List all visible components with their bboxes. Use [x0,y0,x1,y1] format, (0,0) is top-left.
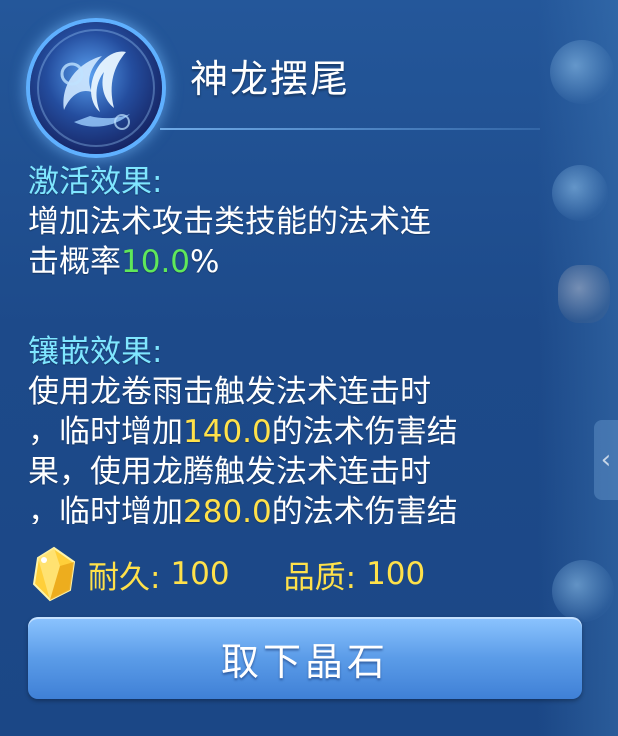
background-item-icon [558,265,610,323]
quality-label: 品质: [283,559,357,596]
effect-text-line: 使用龙卷雨击触发法术连击时 [28,372,548,412]
background-eye-icon [552,560,614,622]
effect-text: 增加法术攻击类技能的法术连 [28,204,431,240]
effect-description: 激活效果: 增加法术攻击类技能的法术连 击概率10.0% 镶嵌效果: 使用龙卷雨击… [28,162,548,524]
effect-text-line: 击概率10.0% [28,242,548,282]
durability-value: 100 [170,556,230,592]
activation-effect-text: 增加法术攻击类技能的法术连 击概率10.0% [28,202,548,282]
effect-text-line: ，临时增加280.0的法术伤害结 [28,492,548,524]
effect-text: 的法术伤害结 [271,494,458,524]
effect-text: 果，使用龙腾触发法术连击时 [28,454,431,490]
effect-text-line: ，临时增加140.0的法术伤害结 [28,412,548,452]
effect-text: ，临时增加 [28,494,183,524]
effect-value: 10.0 [121,244,191,280]
effect-text: 击概率 [28,244,121,280]
effect-text: % [190,244,220,280]
effect-value: 140.0 [183,414,272,450]
quality-value: 100 [366,556,426,592]
crystal-icon [32,546,76,602]
remove-crystal-button-label: 取下晶石 [220,639,389,684]
remove-crystal-button[interactable]: 取下晶石 [28,617,582,699]
skill-tooltip-panel: ‹ 神龙摆尾 激活效果: 增加法术攻击类技能的法术连 击概率10.0% 镶嵌效果:… [0,0,618,736]
background-skill-icon [552,165,608,221]
activation-effect-title: 激活效果: [28,164,163,200]
inlay-effect-title: 镶嵌效果: [28,334,163,370]
effect-text-line: 增加法术攻击类技能的法术连 [28,202,548,242]
effect-text-line: 果，使用龙腾触发法术连击时 [28,452,548,492]
crystal-stats: 耐久: 100 品质: 100 [30,546,550,602]
effect-value: 280.0 [183,494,272,524]
chevron-left-icon[interactable]: ‹ [594,420,618,500]
effect-text: 使用龙卷雨击触发法术连击时 [28,374,431,410]
inlay-effect-text: 使用龙卷雨击触发法术连击时 ，临时增加140.0的法术伤害结 果，使用龙腾触发法术连… [28,372,548,524]
dragon-tail-skill-icon [30,22,162,154]
effect-text: ，临时增加 [28,414,183,450]
skill-name: 神龙摆尾 [190,57,351,101]
effect-text: 的法术伤害结 [271,414,458,450]
durability-label: 耐久: [88,559,161,596]
background-skill-icon [550,40,614,104]
title-divider [160,128,540,130]
